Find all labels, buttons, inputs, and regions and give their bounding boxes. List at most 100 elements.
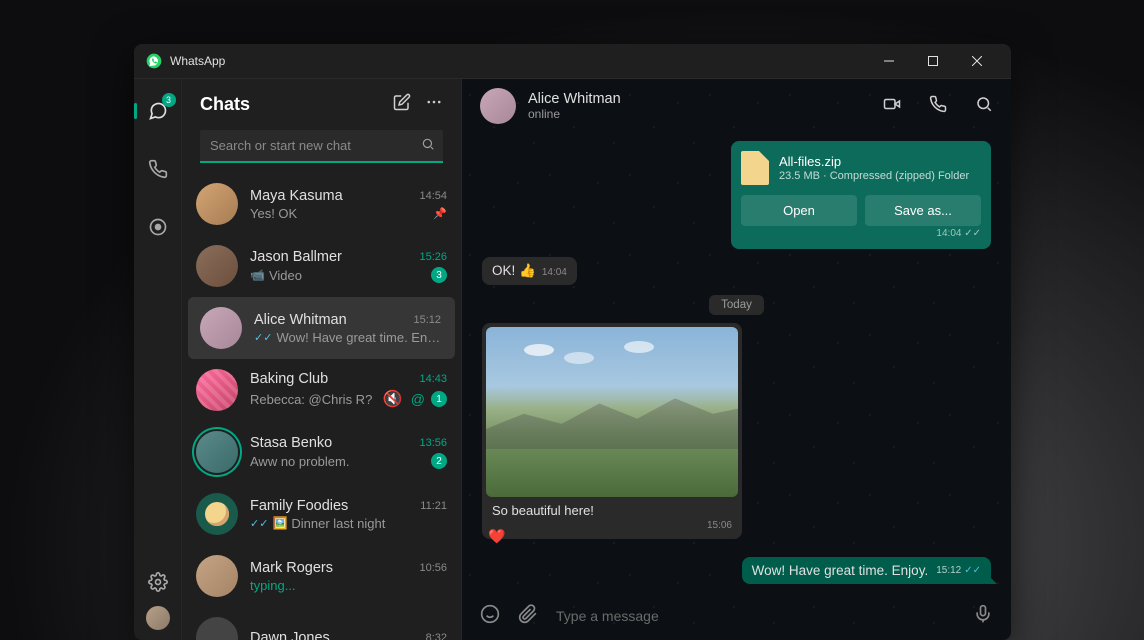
contact-name: Alice Whitman bbox=[528, 91, 855, 107]
chat-preview: Wow! Have great time. Enjoy. bbox=[276, 330, 441, 345]
chat-item[interactable]: Maya Kasuma14:54 Yes! OK 📌 bbox=[182, 173, 461, 235]
chat-name: Jason Ballmer bbox=[250, 249, 419, 265]
chat-name: Family Foodies bbox=[250, 498, 420, 514]
message-time: 14:04 ✓✓ bbox=[741, 228, 981, 239]
rail-chats[interactable]: 3 bbox=[138, 91, 178, 131]
pin-icon: 📌 bbox=[433, 207, 447, 220]
outgoing-message[interactable]: Wow! Have great time. Enjoy. 15:12 ✓✓ bbox=[742, 557, 991, 584]
read-ticks-icon: ✓✓ bbox=[250, 517, 268, 530]
chat-time: 11:21 bbox=[420, 500, 447, 512]
paperclip-icon bbox=[518, 604, 538, 624]
image-caption: So beautiful here! bbox=[486, 497, 738, 520]
gear-icon bbox=[148, 572, 168, 592]
composer bbox=[462, 592, 1011, 640]
chat-preview: Rebecca: @Chris R? bbox=[250, 392, 379, 407]
video-icon bbox=[883, 95, 901, 113]
chat-name: Alice Whitman bbox=[254, 312, 413, 328]
search-in-chat-button[interactable] bbox=[975, 95, 993, 118]
smile-icon bbox=[480, 604, 500, 624]
compose-icon bbox=[393, 93, 411, 111]
message-time: 14:04 bbox=[542, 267, 567, 278]
mic-button[interactable] bbox=[973, 604, 993, 629]
chat-item-selected[interactable]: Alice Whitman15:12 ✓✓ Wow! Have great tim… bbox=[188, 297, 455, 359]
sidebar-menu-button[interactable] bbox=[425, 93, 443, 116]
message-text: Wow! Have great time. Enjoy. bbox=[752, 563, 929, 578]
attach-button[interactable] bbox=[518, 604, 538, 629]
emoji-button[interactable] bbox=[480, 604, 500, 629]
avatar bbox=[196, 617, 238, 640]
mention-icon: @ bbox=[411, 391, 425, 407]
rail-badge: 3 bbox=[162, 93, 176, 107]
chat-item[interactable]: Dawn Jones8:32 bbox=[182, 607, 461, 640]
app-window: WhatsApp 3 bbox=[134, 44, 1011, 640]
video-call-button[interactable] bbox=[883, 95, 901, 118]
search-icon bbox=[975, 95, 993, 113]
chat-preview: Dinner last night bbox=[291, 516, 447, 531]
chat-item[interactable]: Baking Club14:43 Rebecca: @Chris R? 🔇 @1 bbox=[182, 359, 461, 421]
new-chat-button[interactable] bbox=[393, 93, 411, 116]
chat-name: Baking Club bbox=[250, 371, 419, 387]
chat-preview: Video bbox=[269, 268, 427, 283]
message-input[interactable] bbox=[556, 608, 955, 624]
titlebar[interactable]: WhatsApp bbox=[134, 44, 1011, 79]
maximize-button[interactable] bbox=[911, 46, 955, 76]
rail-settings[interactable] bbox=[138, 572, 178, 592]
zip-file-icon bbox=[741, 151, 769, 185]
chat-item[interactable]: Family Foodies11:21 ✓✓ 🖼️ Dinner last nigh… bbox=[182, 483, 461, 545]
contact-avatar[interactable] bbox=[480, 88, 516, 124]
avatar bbox=[196, 245, 238, 287]
rail-calls[interactable] bbox=[138, 149, 178, 189]
voice-call-button[interactable] bbox=[929, 95, 947, 118]
avatar bbox=[196, 431, 238, 473]
chat-name: Mark Rogers bbox=[250, 560, 419, 576]
avatar bbox=[196, 369, 238, 411]
chat-time: 15:12 bbox=[413, 314, 441, 326]
image-thumbnail[interactable] bbox=[486, 327, 738, 497]
file-meta: 23.5 MB · Compressed (zipped) Folder bbox=[779, 170, 969, 182]
rail-status[interactable] bbox=[138, 207, 178, 247]
message-text: OK! 👍 bbox=[492, 263, 536, 278]
chat-preview: Yes! OK bbox=[250, 206, 429, 221]
unread-badge: 3 bbox=[431, 267, 447, 283]
photo-icon: 🖼️ bbox=[272, 516, 287, 530]
avatar bbox=[200, 307, 242, 349]
chat-time: 14:43 bbox=[419, 373, 447, 385]
minimize-button[interactable] bbox=[867, 46, 911, 76]
save-as-button[interactable]: Save as... bbox=[865, 195, 981, 226]
dots-icon bbox=[425, 93, 443, 111]
avatar bbox=[196, 183, 238, 225]
chat-time: 8:32 bbox=[426, 632, 447, 640]
search-input[interactable] bbox=[200, 130, 443, 163]
chat-item[interactable]: Mark Rogers10:56 typing... bbox=[182, 545, 461, 607]
date-separator: Today bbox=[482, 295, 991, 313]
chat-time: 13:56 bbox=[419, 437, 447, 449]
chat-name: Stasa Benko bbox=[250, 435, 419, 451]
conversation-pane: Alice Whitman online All-files.zip 23.5 … bbox=[462, 79, 1011, 640]
file-name: All-files.zip bbox=[779, 154, 969, 169]
unread-badge: 1 bbox=[431, 391, 447, 407]
image-message[interactable]: So beautiful here! 15:06 ❤️ bbox=[482, 323, 742, 539]
chat-time: 14:54 bbox=[419, 190, 447, 202]
message-time: 15:12 ✓✓ bbox=[936, 565, 981, 576]
chat-item[interactable]: Stasa Benko13:56 Aww no problem.2 bbox=[182, 421, 461, 483]
file-message[interactable]: All-files.zip 23.5 MB · Compressed (zipp… bbox=[731, 141, 991, 249]
whatsapp-logo-icon bbox=[146, 53, 162, 69]
rail-avatar[interactable] bbox=[146, 606, 170, 630]
open-file-button[interactable]: Open bbox=[741, 195, 857, 226]
close-button[interactable] bbox=[955, 46, 999, 76]
read-ticks-icon: ✓✓ bbox=[254, 331, 272, 344]
chat-name: Maya Kasuma bbox=[250, 188, 419, 204]
chat-item[interactable]: Jason Ballmer15:26 📹Video3 bbox=[182, 235, 461, 297]
chat-sidebar: Chats Maya Kasuma14:54 Yes! OK📌 bbox=[182, 79, 462, 640]
phone-icon bbox=[148, 159, 168, 179]
avatar bbox=[196, 555, 238, 597]
chat-name: Dawn Jones bbox=[250, 630, 426, 640]
conversation-header[interactable]: Alice Whitman online bbox=[462, 79, 1011, 133]
chat-preview: typing... bbox=[250, 578, 447, 593]
app-body: 3 Chats bbox=[134, 79, 1011, 640]
mic-icon bbox=[973, 604, 993, 624]
incoming-message[interactable]: OK! 👍 14:04 bbox=[482, 257, 991, 285]
mute-icon: 🔇 bbox=[383, 389, 403, 409]
message-area[interactable]: All-files.zip 23.5 MB · Compressed (zipp… bbox=[462, 133, 1011, 592]
reaction[interactable]: ❤️ bbox=[488, 528, 505, 545]
